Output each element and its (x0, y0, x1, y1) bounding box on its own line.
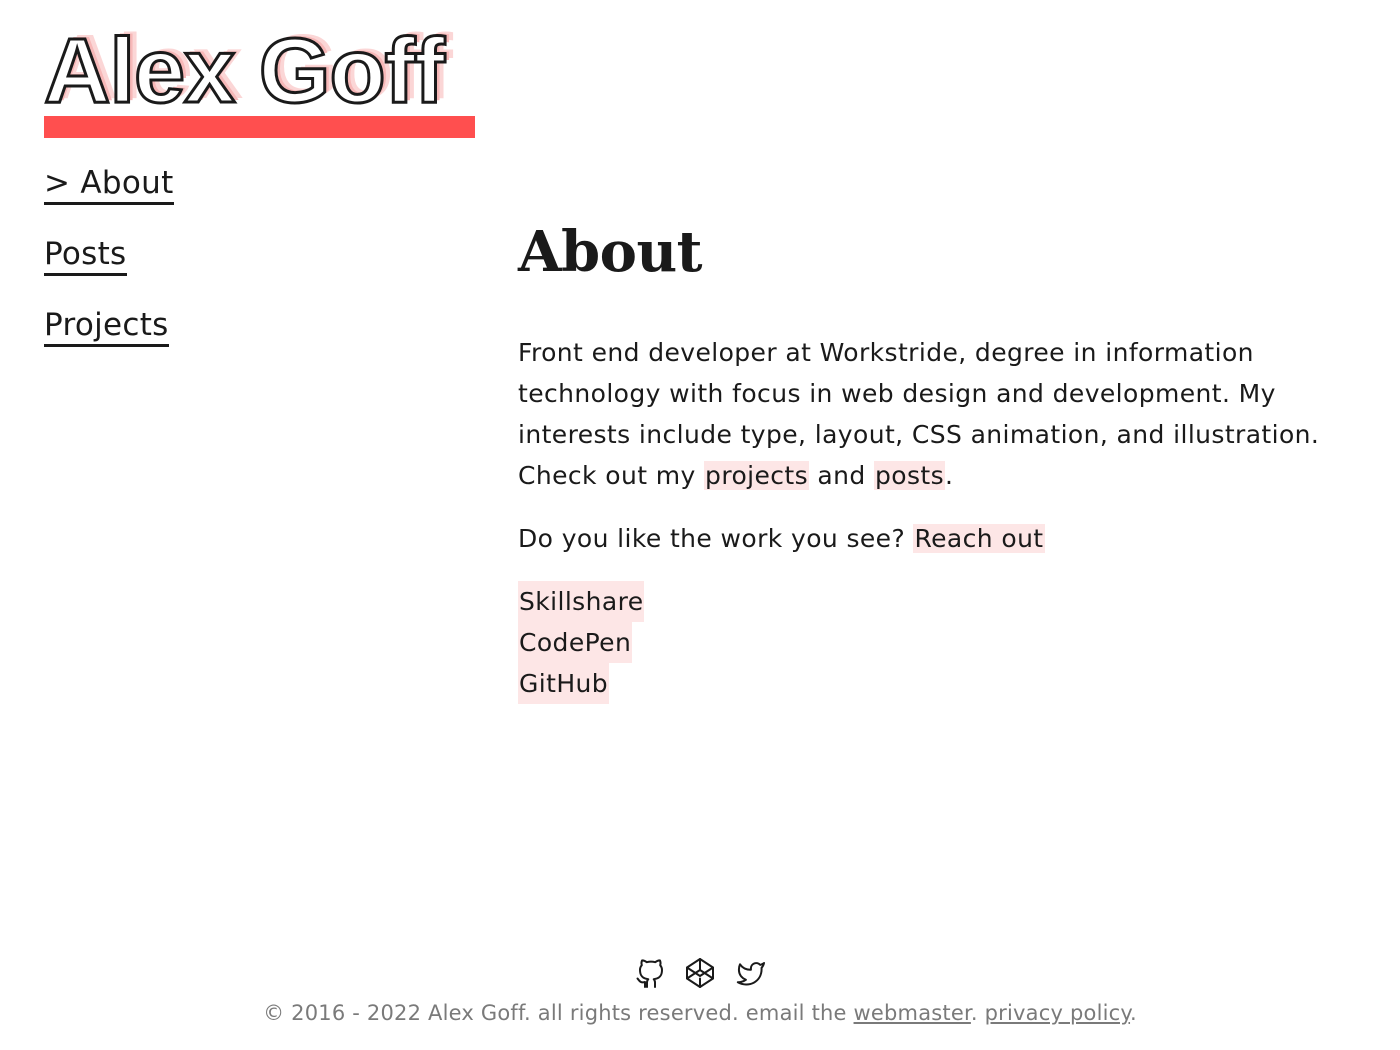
copyright-prefix: © 2016 - 2022 Alex Goff. all rights rese… (263, 1001, 854, 1025)
site-title[interactable]: Alex Goff (43, 21, 447, 122)
contact-text: Do you like the work you see? (518, 524, 914, 553)
contact-paragraph: Do you like the work you see? Reach out (518, 518, 1338, 559)
social-icons (0, 956, 1400, 990)
footer-end: . (1130, 1001, 1137, 1025)
intro-paragraph: Front end developer at Workstride, degre… (518, 332, 1338, 496)
intro-text-end: . (945, 461, 954, 490)
codepen-icon[interactable] (684, 956, 716, 990)
footer-separator: . (970, 1001, 985, 1025)
copyright-text: © 2016 - 2022 Alex Goff. all rights rese… (0, 998, 1400, 1028)
github-link[interactable]: GitHub (518, 663, 610, 704)
main-nav: > About Posts Projects (44, 164, 174, 377)
footer: © 2016 - 2022 Alex Goff. all rights rese… (0, 956, 1400, 1028)
title-accent-bar (44, 116, 475, 138)
profile-links: Skillshare CodePen GitHub (518, 581, 1338, 704)
intro-text-and: and (809, 461, 874, 490)
posts-link[interactable]: posts (873, 461, 946, 490)
nav-item-about[interactable]: > About (44, 164, 174, 205)
page-title: About (518, 219, 703, 285)
nav-item-posts[interactable]: Posts (44, 235, 127, 276)
codepen-link[interactable]: CodePen (518, 622, 633, 663)
webmaster-link[interactable]: webmaster (854, 1001, 971, 1025)
skillshare-link[interactable]: Skillshare (518, 581, 645, 622)
github-icon[interactable] (634, 956, 666, 990)
twitter-icon[interactable] (734, 956, 766, 990)
main-content: About Front end developer at Workstride,… (518, 216, 1338, 704)
nav-item-projects[interactable]: Projects (44, 306, 169, 347)
reach-out-link[interactable]: Reach out (913, 524, 1045, 553)
privacy-policy-link[interactable]: privacy policy (985, 1001, 1130, 1025)
projects-link[interactable]: projects (704, 461, 810, 490)
